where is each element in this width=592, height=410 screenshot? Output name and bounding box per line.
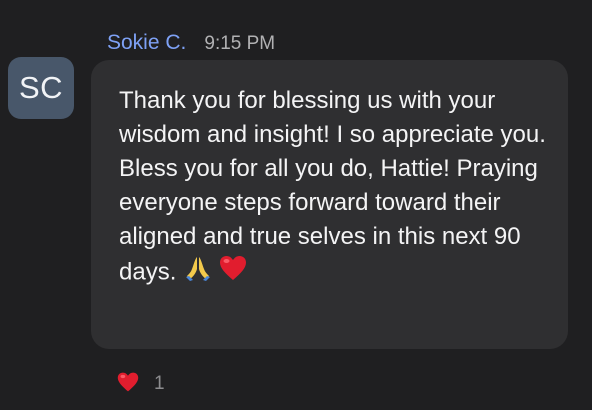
- praying-hands-icon: [184, 254, 212, 292]
- avatar-initials: SC: [18, 70, 64, 105]
- reaction-count: 1: [154, 373, 165, 394]
- chat-message: SC Sokie C. 9:15 PM Thank you for blessi…: [0, 0, 592, 410]
- message-header: Sokie C. 9:15 PM: [107, 31, 275, 59]
- red-heart-icon: [218, 254, 248, 292]
- sender-name[interactable]: Sokie C.: [107, 31, 186, 55]
- avatar[interactable]: SC: [8, 57, 74, 119]
- message-text: Thank you for blessing us with your wisd…: [119, 87, 546, 286]
- heart-reaction[interactable]: 1: [116, 370, 165, 398]
- message-bubble: Thank you for blessing us with your wisd…: [91, 60, 568, 349]
- timestamp: 9:15 PM: [204, 33, 276, 54]
- message-emojis: [184, 254, 248, 292]
- message-body: Thank you for blessing us with your wisd…: [119, 84, 559, 292]
- reaction-heart-icon: [116, 371, 140, 398]
